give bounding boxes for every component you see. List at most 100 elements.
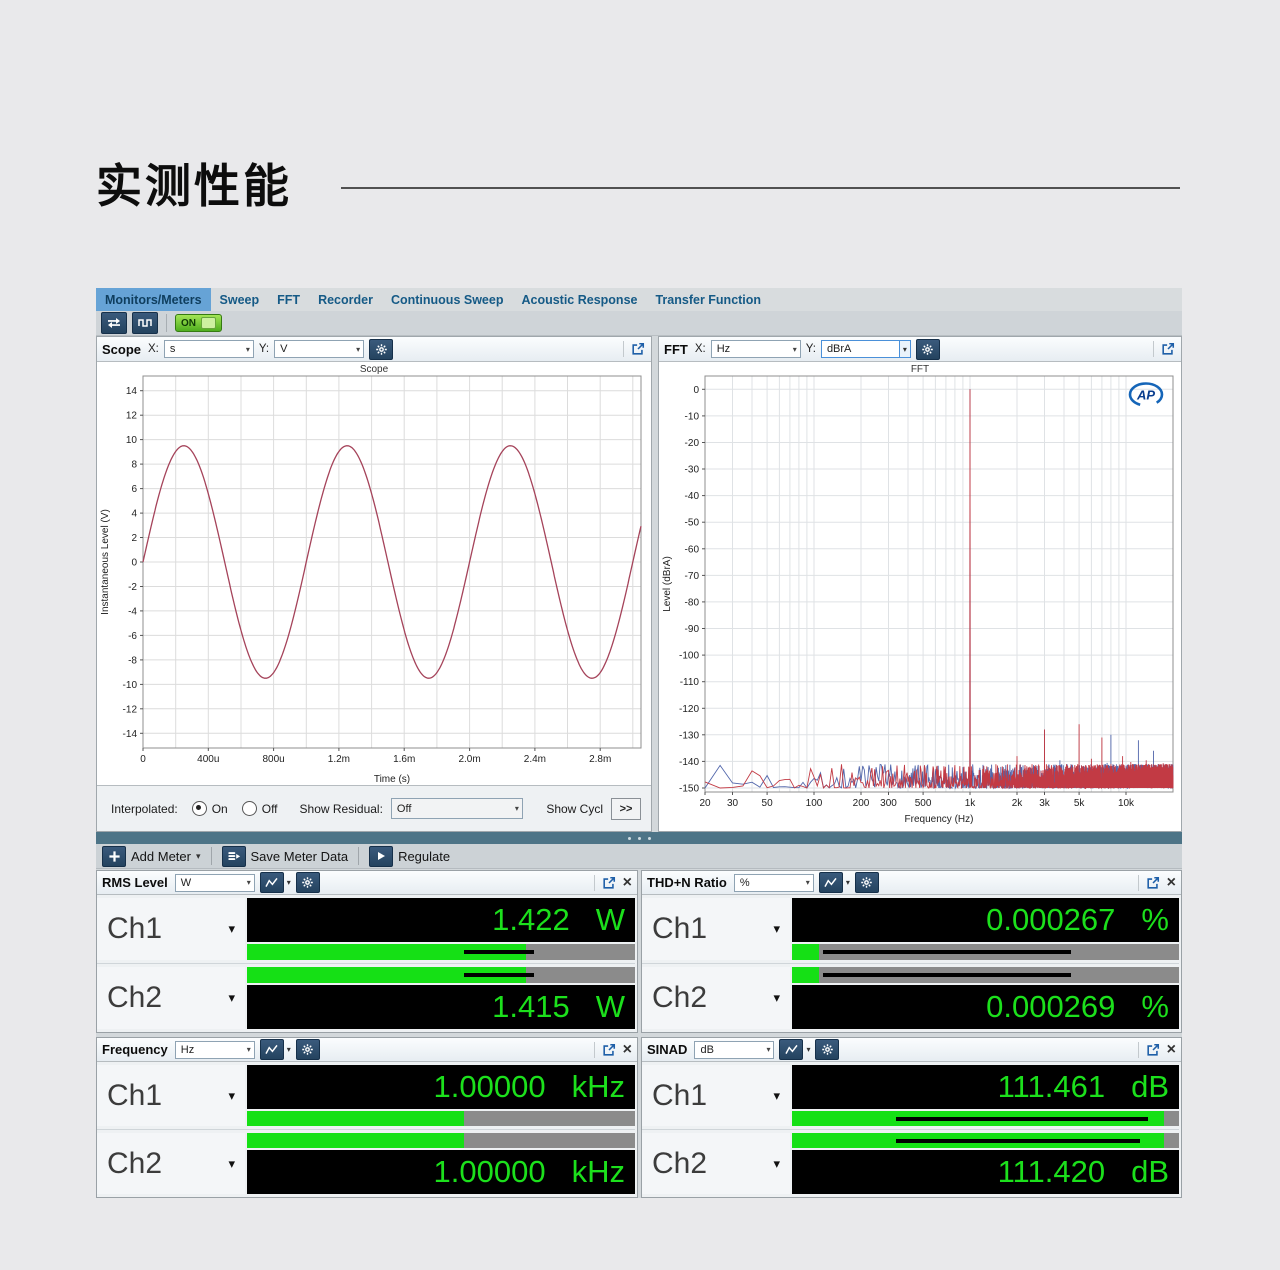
main-toolbar: ON <box>96 311 1182 336</box>
meter-title: SINAD <box>647 1042 687 1057</box>
meter-value-number: 0.000269 <box>986 989 1115 1025</box>
meter-unit-select[interactable]: %▾ <box>734 874 814 892</box>
io-swap-icon[interactable] <box>101 312 127 334</box>
svg-text:-30: -30 <box>685 465 700 476</box>
tab-monitors-meters[interactable]: Monitors/Meters <box>96 288 211 311</box>
meter-display-mode-icon[interactable] <box>819 872 843 893</box>
show-residual-select[interactable]: Off▾ <box>391 798 523 819</box>
meter-header: FrequencyHz▾▾× <box>97 1038 637 1062</box>
level-bar-fill <box>792 944 819 960</box>
bar-peak-marker <box>896 1139 1140 1143</box>
chevron-down-icon: ▾ <box>228 1088 235 1104</box>
svg-text:10: 10 <box>126 435 138 446</box>
svg-text:30: 30 <box>727 798 739 809</box>
meter-close-icon[interactable]: × <box>623 876 632 890</box>
channel-selector[interactable]: Ch1▾ <box>642 1065 790 1126</box>
analyzer-window: Monitors/MetersSweepFFTRecorderContinuou… <box>96 288 1182 1198</box>
radio-on-label: On <box>212 802 228 816</box>
interpolated-on-radio[interactable]: On <box>192 801 228 816</box>
scope-panel-header: Scope X: s▾ Y: V▾ <box>97 337 651 362</box>
meter-popout-icon[interactable] <box>1145 875 1161 891</box>
tab-continuous-sweep[interactable]: Continuous Sweep <box>382 288 513 311</box>
tab-sweep[interactable]: Sweep <box>211 288 269 311</box>
meter-settings-icon[interactable] <box>815 1039 839 1060</box>
signal-wave-icon[interactable] <box>132 312 158 334</box>
header-divider <box>1138 875 1139 891</box>
svg-text:FFT: FFT <box>911 364 929 375</box>
channel-name: Ch1 <box>652 1079 707 1113</box>
channel-selector[interactable]: Ch1▾ <box>97 898 245 960</box>
regulate-label: Regulate <box>398 849 450 864</box>
channel-row: Ch2▾1.415W <box>97 963 635 1029</box>
meter-body: Ch1▾1.422WCh2▾1.415W <box>97 895 637 1032</box>
splitter-handle[interactable] <box>96 832 1182 844</box>
meter-display-mode-icon[interactable] <box>260 1039 284 1060</box>
meter-settings-icon[interactable] <box>296 872 320 893</box>
channel-name: Ch2 <box>652 1147 707 1181</box>
channel-name: Ch1 <box>107 912 162 946</box>
scope-x-unit-select[interactable]: s▾ <box>164 340 254 358</box>
fft-settings-icon[interactable] <box>916 339 940 360</box>
chevron-down-icon: ▾ <box>228 990 235 1006</box>
meter-popout-icon[interactable] <box>601 875 617 891</box>
meter-body: Ch1▾1.00000kHzCh2▾1.00000kHz <box>97 1062 637 1197</box>
meter-value: 1.00000kHz <box>247 1065 635 1109</box>
tab-transfer-function[interactable]: Transfer Function <box>646 288 770 311</box>
scope-y-unit-select[interactable]: V▾ <box>274 340 364 358</box>
channel-selector[interactable]: Ch1▾ <box>642 898 790 960</box>
svg-text:0: 0 <box>131 558 137 569</box>
svg-text:12: 12 <box>126 411 138 422</box>
channel-selector[interactable]: Ch2▾ <box>97 967 245 1029</box>
meter-popout-icon[interactable] <box>1145 1042 1161 1058</box>
meter-unit-select[interactable]: W▾ <box>175 874 255 892</box>
meter-settings-icon[interactable] <box>855 872 879 893</box>
generator-on-toggle[interactable]: ON <box>175 314 222 332</box>
chevron-down-icon[interactable]: ▾ <box>287 878 291 887</box>
meter-value: 0.000269% <box>792 985 1179 1029</box>
svg-text:800u: 800u <box>262 754 284 765</box>
meter-close-icon[interactable]: × <box>1167 876 1176 890</box>
channel-selector[interactable]: Ch2▾ <box>97 1133 245 1194</box>
on-toggle-label: ON <box>181 318 196 329</box>
header-divider <box>594 1042 595 1058</box>
chevron-down-icon[interactable]: ▾ <box>846 878 850 887</box>
chevron-down-icon[interactable]: ▾ <box>806 1045 810 1054</box>
meter-value-number: 111.461 <box>998 1069 1105 1105</box>
meter-display-mode-icon[interactable] <box>779 1039 803 1060</box>
fft-popout-icon[interactable] <box>1160 341 1176 357</box>
meter-display-mode-icon[interactable] <box>260 872 284 893</box>
svg-text:50: 50 <box>762 798 774 809</box>
show-cycles-label: Show Cycl <box>546 802 603 816</box>
fft-x-unit-select[interactable]: Hz▾ <box>711 340 801 358</box>
meter-settings-icon[interactable] <box>296 1039 320 1060</box>
tab-acoustic-response[interactable]: Acoustic Response <box>512 288 646 311</box>
svg-text:-2: -2 <box>128 582 137 593</box>
meter-close-icon[interactable]: × <box>623 1043 632 1057</box>
fft-panel-header: FFT X: Hz▾ Y: dBrA▾ <box>659 337 1181 362</box>
scope-settings-icon[interactable] <box>369 339 393 360</box>
save-meter-data-button[interactable]: Save Meter Data <box>222 846 349 867</box>
meter-value-unit: W <box>596 989 625 1025</box>
tab-recorder[interactable]: Recorder <box>309 288 382 311</box>
show-cycles-expand-button[interactable]: >> <box>611 798 641 820</box>
meter-toolbar: Add Meter ▾ Save Meter Data Regulate <box>96 844 1182 869</box>
svg-text:2: 2 <box>131 533 137 544</box>
meter-unit-select[interactable]: dB▾ <box>694 1041 774 1059</box>
level-bar <box>247 1133 635 1148</box>
fft-y-unit-select[interactable]: dBrA▾ <box>821 340 911 358</box>
meter-unit-select[interactable]: Hz▾ <box>175 1041 255 1059</box>
interpolated-off-radio[interactable]: Off <box>242 801 278 816</box>
scope-popout-icon[interactable] <box>630 341 646 357</box>
tab-fft[interactable]: FFT <box>268 288 309 311</box>
meter-popout-icon[interactable] <box>601 1042 617 1058</box>
regulate-button[interactable]: Regulate <box>369 846 450 867</box>
channel-selector[interactable]: Ch2▾ <box>642 1133 790 1194</box>
meter-close-icon[interactable]: × <box>1167 1043 1176 1057</box>
channel-selector[interactable]: Ch2▾ <box>642 967 790 1029</box>
channel-row: Ch2▾0.000269% <box>642 963 1179 1029</box>
channel-selector[interactable]: Ch1▾ <box>97 1065 245 1126</box>
add-meter-button[interactable]: Add Meter ▾ <box>102 846 201 867</box>
svg-text:1.6m: 1.6m <box>393 754 415 765</box>
chevron-down-icon[interactable]: ▾ <box>287 1045 291 1054</box>
svg-text:-100: -100 <box>679 651 699 662</box>
